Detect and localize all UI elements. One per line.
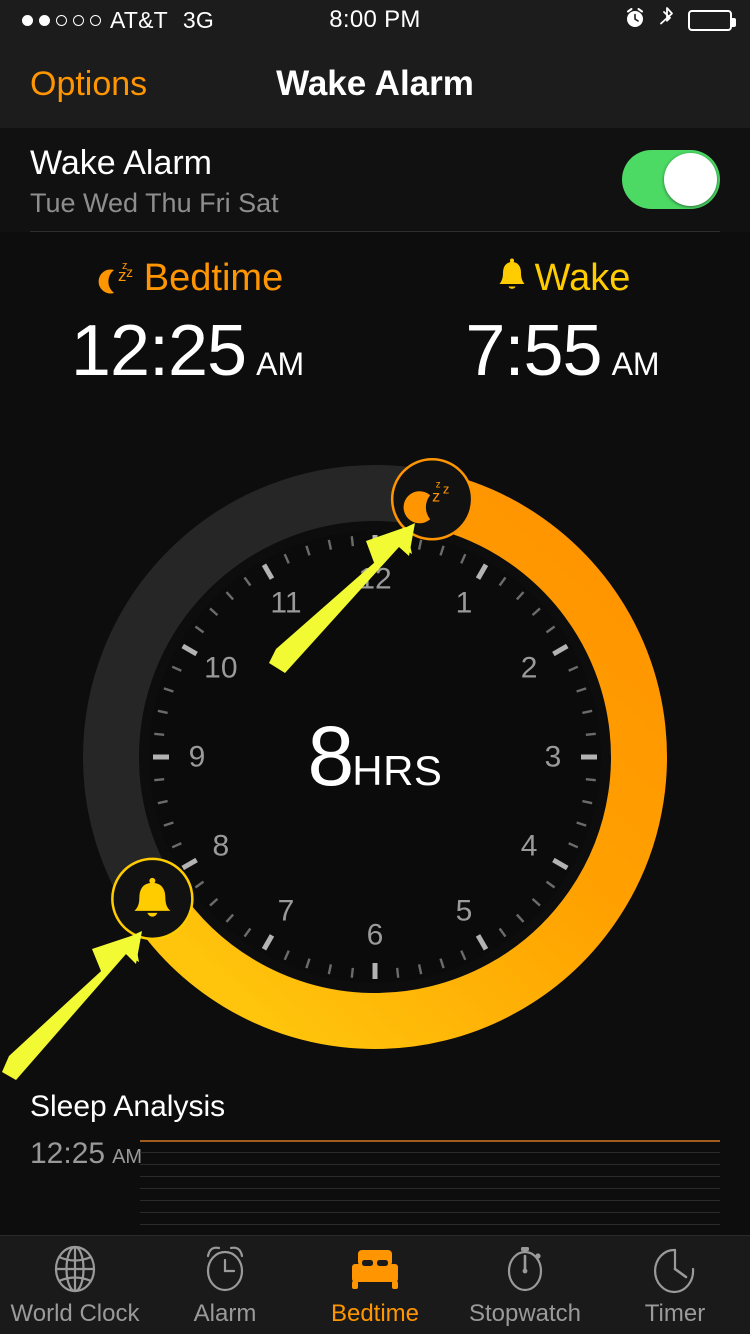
wake-label: Wake bbox=[534, 256, 631, 299]
sleep-analysis-section[interactable]: Sleep Analysis 12:25 AM bbox=[0, 1080, 750, 1235]
bedtime-time: 12:25 bbox=[70, 311, 247, 391]
alarm-clock-icon bbox=[624, 7, 646, 34]
sleep-analysis-grid bbox=[140, 1140, 720, 1230]
tab-world-clock[interactable]: World Clock bbox=[0, 1236, 150, 1334]
bedtime-clock-dial[interactable]: 12 1 2 3 4 5 6 7 8 9 10 11 zzz 8 HRS bbox=[55, 437, 695, 1077]
bedtime-handle[interactable]: z zz bbox=[390, 458, 474, 541]
clock-numeral: 8 bbox=[213, 830, 230, 863]
clock-numeral: 4 bbox=[521, 830, 538, 863]
svg-text:z: z bbox=[118, 266, 127, 285]
bell-icon bbox=[495, 257, 529, 300]
wake-alarm-toggle[interactable] bbox=[622, 150, 720, 209]
bedtime-meridiem: AM bbox=[256, 346, 305, 382]
alarm-clock-icon bbox=[199, 1243, 251, 1295]
bedtime-screen: AT&T 3G 8:00 PM Options Wake Alarm Wake … bbox=[0, 0, 750, 1334]
zzz-glyph: z bbox=[443, 481, 450, 496]
tab-timer[interactable]: Timer bbox=[600, 1236, 750, 1334]
wake-time: 7:55 bbox=[465, 311, 602, 391]
tab-bedtime[interactable]: Bedtime bbox=[300, 1236, 450, 1334]
wake-value: 7:55 AM bbox=[375, 310, 750, 392]
sleep-analysis-gridline bbox=[140, 1164, 720, 1165]
clock-svg[interactable]: 121234567891011 z zz bbox=[55, 437, 695, 1077]
wake-meridiem: AM bbox=[611, 346, 660, 382]
clock-tick bbox=[585, 732, 596, 737]
time-summary: z z z Bedtime 12:25 AM Wake 7:55 AM bbox=[0, 250, 750, 420]
sleep-analysis-gridline bbox=[140, 1140, 720, 1142]
clock-tick bbox=[585, 777, 596, 782]
clock-numeral: 6 bbox=[367, 919, 384, 952]
sleep-analysis-gridline bbox=[140, 1212, 720, 1213]
status-bar-right bbox=[624, 6, 736, 35]
timer-icon bbox=[649, 1243, 701, 1295]
wake-handle[interactable] bbox=[111, 857, 194, 941]
bedtime-label: Bedtime bbox=[143, 256, 284, 299]
wake-summary[interactable]: Wake 7:55 AM bbox=[375, 250, 750, 392]
clock-tick bbox=[395, 967, 400, 978]
clock-numeral: 2 bbox=[521, 652, 538, 685]
clock-numeral: 5 bbox=[456, 895, 473, 928]
moon-zzz-icon: z z z bbox=[92, 256, 138, 301]
toggle-knob bbox=[664, 153, 717, 206]
svg-text:z: z bbox=[126, 264, 133, 280]
bluetooth-icon bbox=[659, 6, 675, 35]
tab-label-stopwatch: Stopwatch bbox=[468, 1299, 582, 1327]
sleep-analysis-time: 12:25 AM bbox=[30, 1137, 142, 1171]
sleep-analysis-gridline bbox=[140, 1188, 720, 1189]
tab-label-world-clock: World Clock bbox=[10, 1299, 140, 1327]
bedtime-value: 12:25 AM bbox=[0, 310, 375, 392]
clock-numeral: 10 bbox=[204, 652, 237, 685]
clock-numeral: 12 bbox=[358, 563, 391, 596]
stopwatch-icon bbox=[499, 1243, 551, 1295]
sleep-analysis-meridiem: AM bbox=[112, 1146, 143, 1168]
clock-tick bbox=[154, 732, 165, 737]
clock-numeral: 7 bbox=[278, 895, 295, 928]
clock-numeral: 11 bbox=[270, 586, 301, 619]
tab-alarm[interactable]: Alarm bbox=[150, 1236, 300, 1334]
bedtime-summary[interactable]: z z z Bedtime 12:25 AM bbox=[0, 250, 375, 392]
clock-tick bbox=[154, 777, 165, 782]
tab-label-timer: Timer bbox=[644, 1299, 706, 1327]
sleep-analysis-gridline bbox=[140, 1176, 720, 1177]
wake-alarm-row[interactable]: Wake Alarm Tue Wed Thu Fri Sat bbox=[0, 128, 750, 232]
globe-icon bbox=[49, 1243, 101, 1295]
zzz-glyph: z bbox=[432, 488, 440, 505]
clock-face bbox=[149, 531, 601, 983]
clock-tick bbox=[350, 536, 355, 547]
battery-icon bbox=[688, 9, 736, 31]
navigation-bar: Options Wake Alarm bbox=[0, 40, 750, 128]
sleep-analysis-gridline bbox=[140, 1224, 720, 1225]
sleep-analysis-gridline bbox=[140, 1200, 720, 1201]
wake-alarm-label: Wake Alarm bbox=[30, 144, 213, 182]
options-button[interactable]: Options bbox=[30, 65, 147, 104]
clock-tick bbox=[350, 967, 355, 978]
tab-bar: World Clock Alarm Bedtime Stopwatch Time… bbox=[0, 1235, 750, 1334]
tab-label-alarm: Alarm bbox=[193, 1299, 257, 1327]
sleep-analysis-hm: 12:25 bbox=[30, 1137, 106, 1170]
bedtime-heading: z z z Bedtime bbox=[0, 250, 375, 306]
clock-numeral: 9 bbox=[189, 741, 206, 774]
wake-alarm-days-label: Tue Wed Thu Fri Sat bbox=[30, 188, 279, 218]
clock-numeral: 3 bbox=[545, 741, 562, 774]
sleep-analysis-gridline bbox=[140, 1152, 720, 1153]
bed-icon bbox=[348, 1243, 402, 1295]
bell-top bbox=[149, 877, 156, 884]
tab-label-bedtime: Bedtime bbox=[330, 1299, 420, 1327]
wake-heading: Wake bbox=[375, 250, 750, 306]
tab-stopwatch[interactable]: Stopwatch bbox=[450, 1236, 600, 1334]
sleep-analysis-title: Sleep Analysis bbox=[30, 1090, 226, 1123]
clock-tick bbox=[395, 536, 400, 547]
clock-numeral: 1 bbox=[456, 586, 473, 619]
status-bar: AT&T 3G 8:00 PM bbox=[0, 0, 750, 40]
